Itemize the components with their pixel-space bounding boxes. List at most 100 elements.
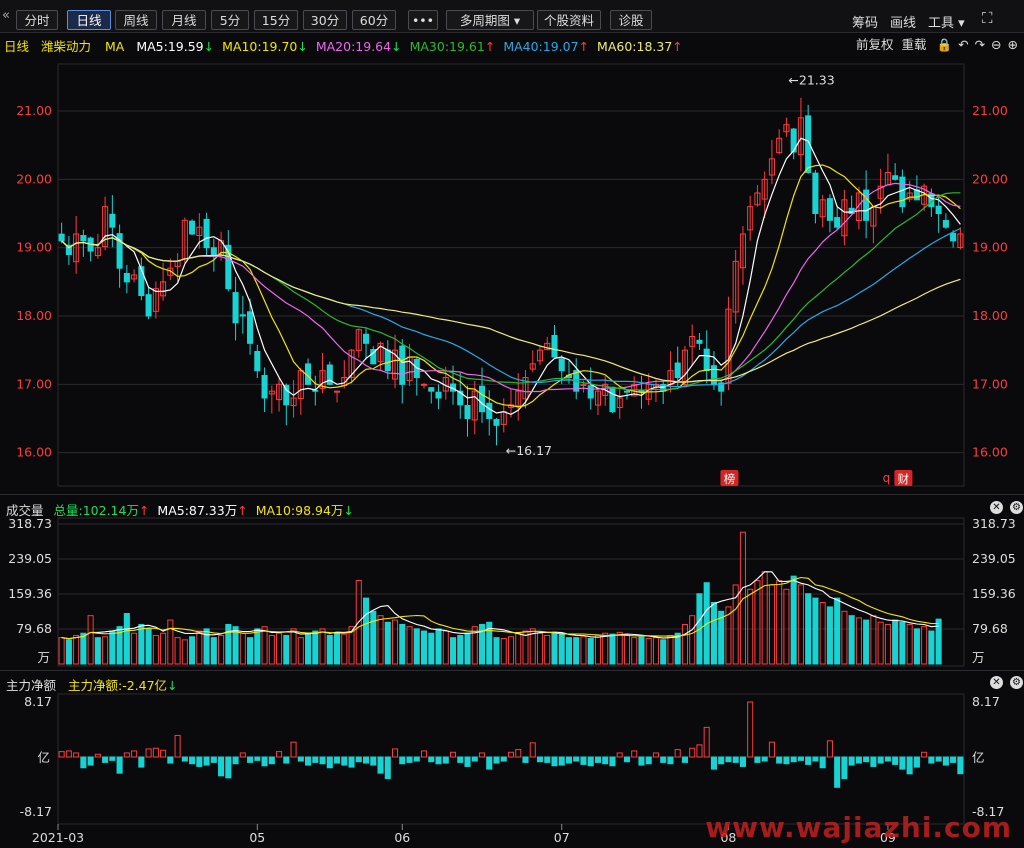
volume-bar: [681, 623, 688, 665]
volume-bar: [370, 610, 377, 665]
candle-body: [863, 189, 870, 221]
flow-bar: [239, 752, 246, 758]
volume-bar: [500, 638, 507, 665]
volume-bar: [58, 637, 65, 665]
candle-body: [145, 294, 152, 317]
flow-bar: [609, 756, 616, 767]
flow-bar: [739, 756, 746, 767]
volume-bar: [225, 623, 232, 665]
volume-bar: [594, 634, 602, 665]
flow-bar: [355, 756, 362, 763]
flow-bar: [551, 756, 558, 767]
volume-bar: [174, 637, 181, 665]
candle-body: [334, 390, 341, 393]
volume-bar: [261, 626, 268, 665]
volume-ma10: MA10:98.94万: [255, 503, 344, 518]
volume-bar: [565, 637, 573, 665]
volume-bar: [609, 633, 616, 665]
volume-bar: [841, 610, 848, 665]
volume-bar: [138, 623, 145, 665]
volume-title: 成交量: [6, 503, 44, 518]
volume-bar: [522, 630, 529, 665]
volume-y-tick-right: 318.73: [972, 516, 1016, 531]
flow-settings-icon[interactable]: ⚙: [1010, 676, 1023, 689]
flow-bar: [638, 756, 645, 766]
flow-bar: [783, 756, 790, 765]
volume-bar: [580, 636, 587, 665]
flow-bar: [942, 756, 949, 766]
flow-bar: [189, 756, 196, 765]
volume-bar: [109, 630, 116, 665]
volume-bar: [507, 636, 515, 665]
flow-bar: [391, 748, 399, 758]
flow-bar: [558, 756, 565, 766]
candle-body: [486, 402, 493, 420]
flow-bar: [623, 756, 631, 763]
flow-bar: [819, 756, 826, 769]
candle-body: [363, 333, 370, 344]
flow-bar: [435, 756, 442, 765]
main-y-tick-left: 16.00: [16, 445, 52, 460]
candle-body: [892, 175, 899, 180]
main-y-tick-right: 16.00: [972, 445, 1008, 460]
candle-body: [254, 350, 261, 372]
volume-settings-icon[interactable]: ⚙: [1010, 501, 1023, 514]
candle-body: [283, 384, 290, 406]
candle-body: [950, 232, 957, 242]
flow-bar: [841, 756, 848, 780]
candle-body: [674, 362, 681, 379]
flow-y-tick-right: 8.17: [972, 694, 1000, 709]
badge-bang: 榜: [724, 472, 736, 486]
volume-y-tick-right: 239.05: [972, 551, 1016, 566]
volume-bar: [391, 619, 399, 665]
volume-bar: [399, 623, 406, 665]
flow-arrow: ↓: [167, 678, 178, 693]
volume-legend: 成交量 总量:102.14万↑ MA5:87.33万↑ MA10:98.94万↓: [6, 500, 354, 519]
volume-bar: [652, 637, 659, 665]
flow-bar: [297, 756, 304, 762]
volume-bar: [449, 637, 457, 665]
flow-bar: [123, 752, 130, 758]
flow-value: 主力净额:-2.47亿: [68, 678, 168, 693]
volume-bar: [602, 632, 609, 665]
main-y-tick-left: 20.00: [16, 171, 52, 186]
flow-bar: [363, 756, 370, 764]
volume-bar: [283, 634, 290, 665]
volume-bar: [805, 593, 812, 665]
volume-bar: [776, 580, 783, 665]
flow-bar: [645, 756, 652, 765]
flow-bar: [921, 751, 928, 758]
candle-body: [703, 348, 710, 372]
flow-bar: [602, 756, 609, 765]
volume-y-tick-left: 79.68: [16, 621, 52, 636]
flow-bar: [442, 756, 449, 764]
volume-bar: [218, 634, 225, 665]
flow-bar: [805, 756, 812, 765]
candle-body: [189, 220, 196, 235]
volume-y-tick-right: 159.36: [972, 586, 1016, 601]
flow-bar: [167, 756, 174, 764]
flow-bar: [689, 747, 696, 758]
flow-bar: [855, 756, 862, 764]
candle-body: [710, 365, 717, 385]
flow-bar: [725, 756, 732, 763]
flow-bar: [906, 756, 913, 775]
flow-bar: [863, 756, 870, 763]
volume-bar: [94, 637, 101, 665]
stock-chart-svg: 21.00 21.00 20.00 20.00 19.00 19.00 18.00 18.00…: [8, 63, 1016, 845]
flow-bar: [109, 756, 116, 761]
flow-close-icon[interactable]: ✕: [990, 676, 1003, 689]
flow-bar: [471, 756, 478, 762]
flow-bar: [290, 741, 297, 758]
flow-bar: [877, 756, 884, 764]
candle-body: [203, 218, 210, 249]
volume-close-icon[interactable]: ✕: [990, 501, 1003, 514]
candle-body: [942, 220, 949, 228]
flow-bar: [384, 756, 391, 780]
volume-bar: [493, 637, 500, 665]
main-y-tick-left: 19.00: [16, 240, 52, 255]
flow-unit-left: 亿: [37, 750, 50, 765]
flow-bar: [486, 756, 493, 770]
volume-bar: [863, 619, 870, 665]
flow-bar: [913, 756, 920, 768]
